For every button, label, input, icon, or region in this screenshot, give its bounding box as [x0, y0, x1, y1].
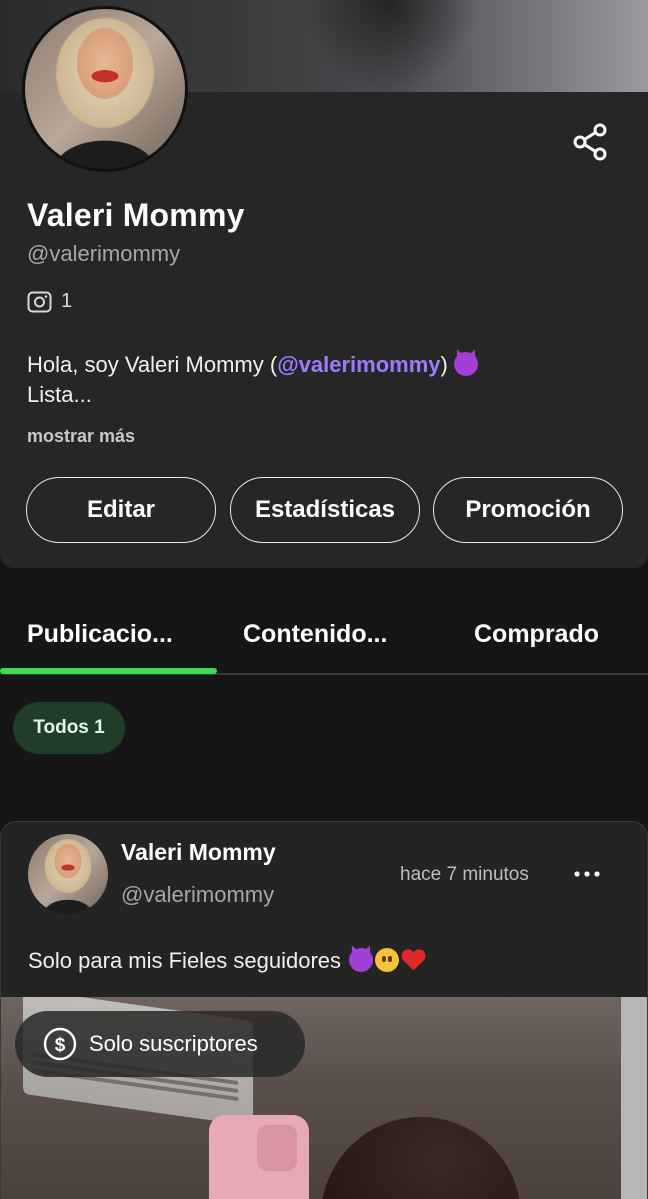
show-more-link[interactable]: mostrar más [27, 426, 135, 447]
subscribers-only-label: Solo suscriptores [89, 1031, 258, 1056]
devil-emoji-icon [453, 352, 478, 376]
stats-button[interactable]: Estadísticas [230, 477, 420, 543]
post-text-content: Solo para mis Fieles seguidores [28, 948, 342, 973]
instagram-icon [27, 291, 52, 313]
bio-text: Hola, soy Valeri Mommy ( [27, 352, 278, 377]
bio-line-2: Lista... [27, 382, 92, 407]
heart-emoji-icon [401, 950, 425, 972]
bio-mention-link[interactable]: @valerimommy [277, 352, 440, 377]
username: @valerimommy [27, 241, 181, 266]
share-icon[interactable] [568, 120, 612, 164]
post-author-username[interactable]: @valerimommy [121, 882, 274, 908]
profile-page: Valeri Mommy @valerimommy 1 Hola, soy Va… [0, 0, 648, 1199]
post-media[interactable]: $ Solo suscriptores [1, 997, 647, 1199]
content-tabs: Publicacio... Contenido... Comprado [0, 600, 648, 676]
active-tab-indicator [0, 668, 217, 674]
post-author-name[interactable]: Valeri Mommy [121, 839, 276, 866]
post-count: 1 [27, 289, 72, 313]
display-name: Valeri Mommy [27, 197, 245, 233]
dollar-icon: $ [43, 1027, 77, 1061]
bio-text-end: ) [440, 352, 448, 377]
tab-posts[interactable]: Publicacio... [27, 620, 173, 649]
edit-button[interactable]: Editar [26, 477, 216, 543]
post-card: Valeri Mommy @valerimommy hace 7 minutos… [0, 821, 648, 1199]
tab-content[interactable]: Contenido... [243, 620, 387, 649]
post-avatar[interactable] [28, 834, 108, 914]
promotion-button[interactable]: Promoción [433, 477, 623, 543]
more-icon[interactable] [567, 866, 607, 882]
filter-chip-all[interactable]: Todos 1 [13, 702, 125, 754]
shy-face-emoji-icon [375, 948, 400, 972]
subscribers-only-badge[interactable]: $ Solo suscriptores [15, 1011, 305, 1077]
media-subject [321, 1117, 521, 1199]
post-count-value: 1 [61, 289, 73, 312]
media-phone [209, 1115, 309, 1199]
avatar[interactable] [22, 6, 188, 172]
profile-card: Valeri Mommy @valerimommy 1 Hola, soy Va… [0, 6, 648, 568]
tab-purchased[interactable]: Comprado [474, 620, 599, 649]
post-timestamp: hace 7 minutos [400, 864, 529, 885]
bio: Hola, soy Valeri Mommy (@valerimommy) Li… [27, 350, 587, 410]
svg-text:$: $ [55, 1035, 66, 1056]
media-background-wall [621, 997, 647, 1199]
post-text: Solo para mis Fieles seguidores [28, 948, 425, 974]
devil-emoji-icon [349, 948, 374, 972]
